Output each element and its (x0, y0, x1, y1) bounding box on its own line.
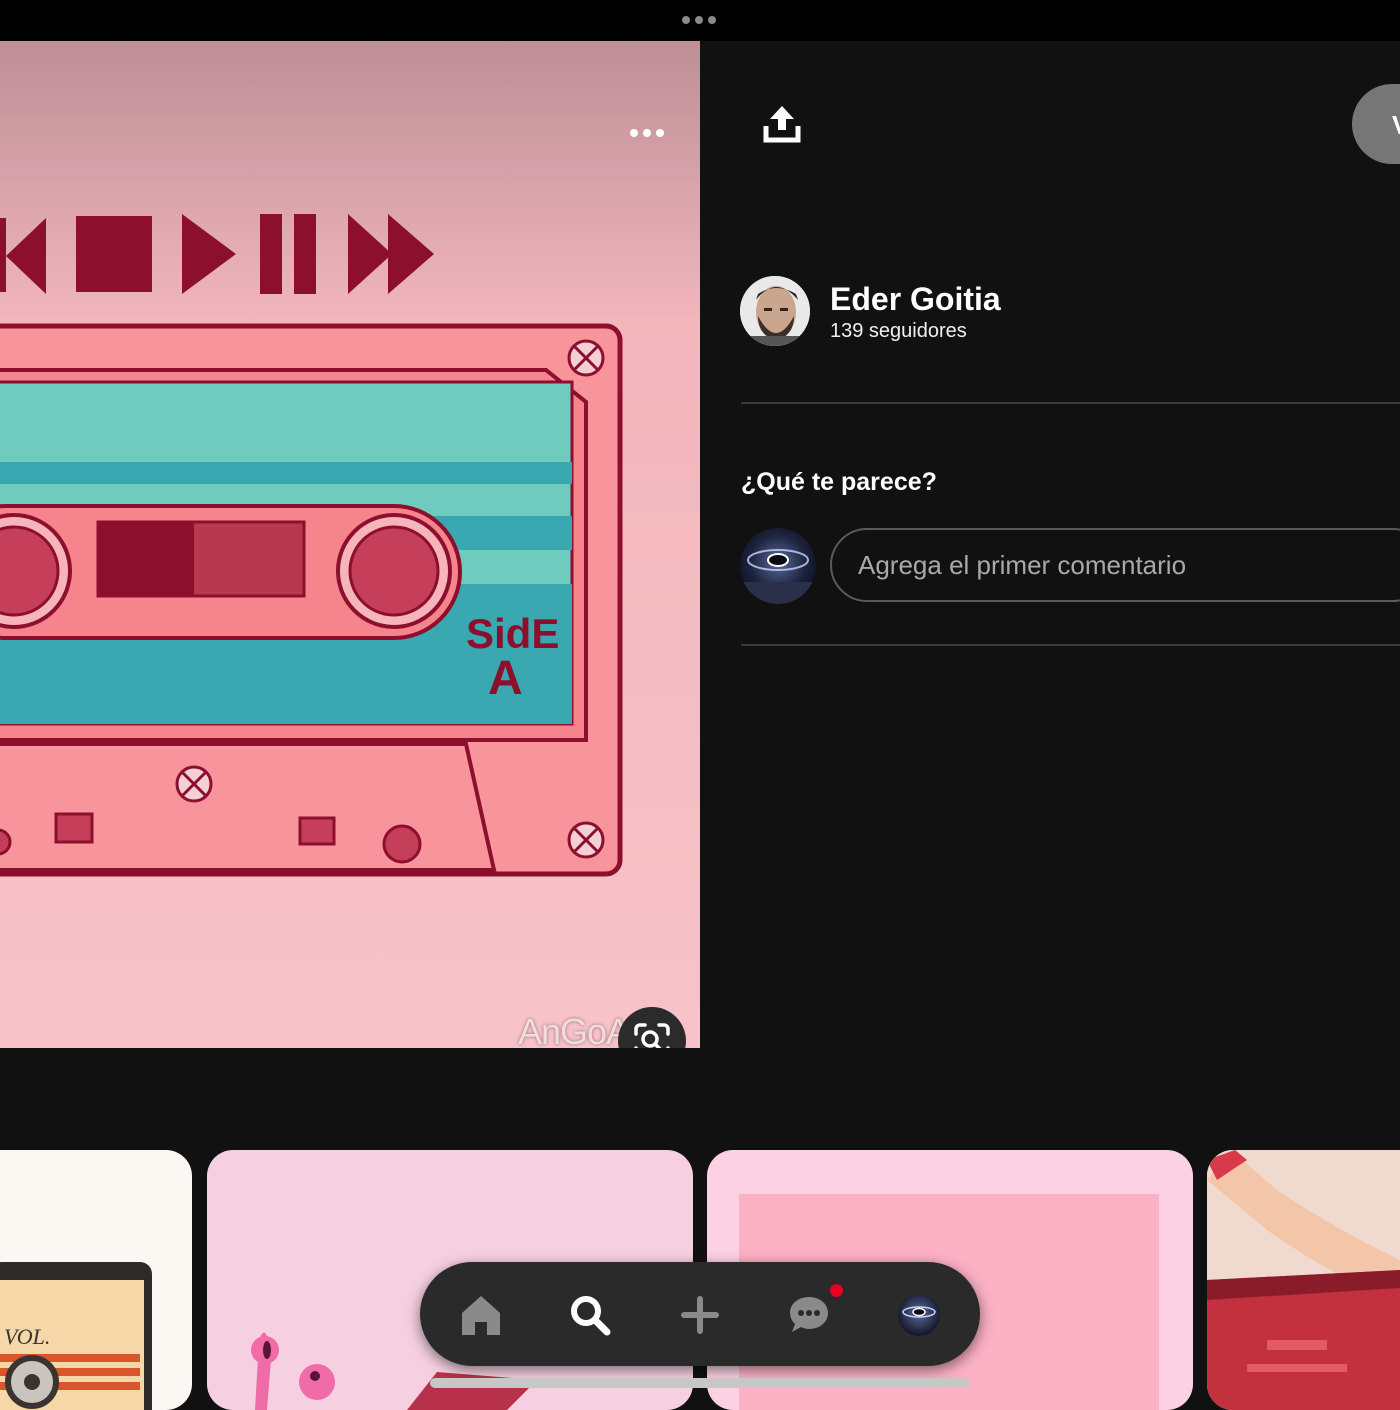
author-photo (740, 276, 810, 346)
share-button[interactable] (760, 102, 804, 146)
search-icon (571, 1296, 611, 1336)
divider (741, 402, 1400, 404)
svg-text:SidE: SidE (466, 610, 559, 657)
cassette-illustration: SidE A (0, 214, 623, 877)
share-icon (763, 106, 801, 143)
related-pin-image: VOL. (0, 1262, 152, 1410)
home-icon (462, 1296, 500, 1335)
home-indicator (430, 1378, 970, 1388)
author-name[interactable]: Eder Goitia (830, 281, 1001, 318)
author-followers-count: 139 seguidores (830, 320, 967, 342)
multitasking-dots-icon[interactable] (682, 16, 716, 24)
pin-image[interactable]: SidE A AnGoA (0, 41, 700, 1048)
related-card-text: VOL. (4, 1324, 50, 1349)
user-avatar-image (740, 528, 816, 604)
profile-nav-button[interactable] (892, 1288, 946, 1342)
notification-dot (830, 1284, 843, 1297)
home-nav-button[interactable] (454, 1288, 508, 1342)
messages-nav-button[interactable] (782, 1288, 836, 1342)
more-options-icon[interactable] (630, 129, 664, 137)
status-bar (0, 0, 1400, 41)
create-nav-button[interactable] (673, 1288, 727, 1342)
author-avatar[interactable] (740, 276, 810, 346)
related-pin-card[interactable]: VOL. (0, 1150, 192, 1410)
comments-heading: ¿Qué te parece? (741, 468, 937, 496)
related-pin-card[interactable] (1207, 1150, 1400, 1410)
messages-icon (790, 1297, 828, 1332)
profile-avatar (898, 1294, 940, 1336)
related-pin-image (1207, 1150, 1400, 1410)
user-avatar (740, 528, 816, 604)
visual-search-icon (634, 1023, 670, 1048)
create-icon (681, 1296, 719, 1334)
svg-text:A: A (488, 652, 523, 705)
player-controls-graphic (0, 214, 434, 294)
divider (741, 644, 1400, 646)
bottom-nav-bar (420, 1262, 980, 1366)
save-button-label: V (1392, 110, 1400, 141)
search-nav-button[interactable] (563, 1288, 617, 1342)
image-watermark: AnGoA (518, 1011, 630, 1048)
comment-input[interactable] (830, 528, 1400, 602)
save-button[interactable]: V (1352, 84, 1400, 164)
